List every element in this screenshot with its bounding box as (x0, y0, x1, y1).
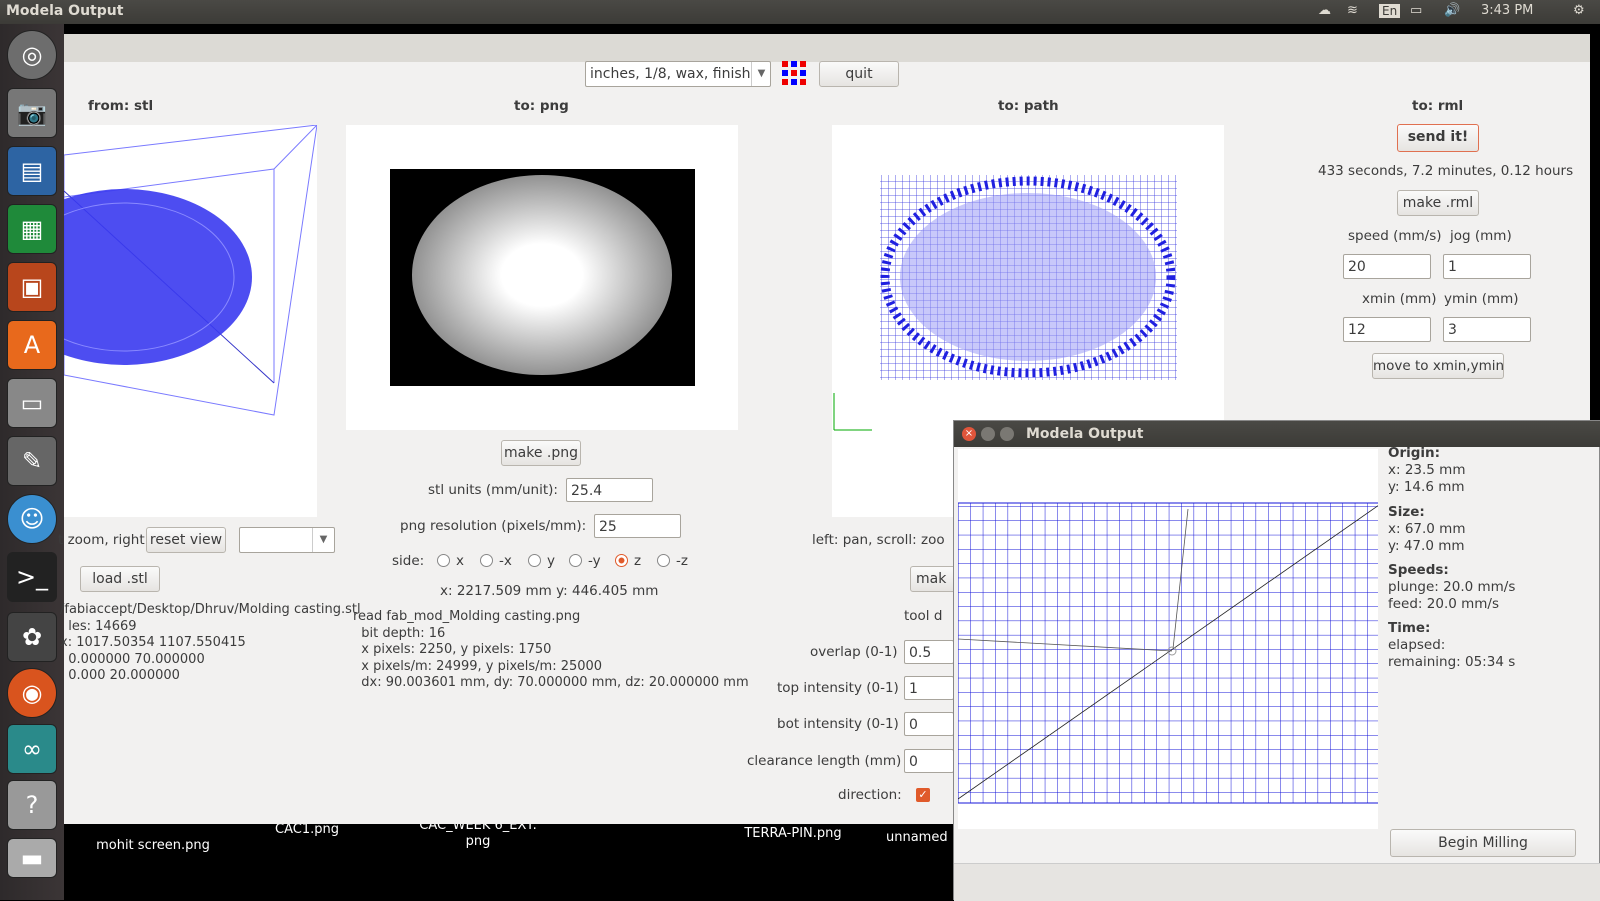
sync-icon[interactable]: ☁ (1318, 3, 1331, 18)
software-center-icon[interactable]: A (7, 320, 57, 370)
side-radio-z[interactable]: z (615, 553, 641, 569)
calc-icon[interactable]: ▦ (7, 204, 57, 254)
quit-button[interactable]: quit (819, 61, 899, 87)
clearance-length-label: clearance length (mm) (747, 753, 902, 769)
help-icon[interactable]: ? (7, 780, 57, 830)
side-radio-neg-y[interactable]: -y (569, 553, 601, 569)
send-it-button[interactable]: send it! (1397, 124, 1479, 152)
ubuntu-dash-icon[interactable]: ◎ (7, 30, 57, 80)
desktop-file-icon[interactable]: CAC1.png (262, 822, 352, 837)
writer-icon[interactable]: ▤ (7, 146, 57, 196)
png-viewer (346, 125, 738, 430)
jog-input[interactable]: 1 (1443, 254, 1531, 279)
make-png-button[interactable]: make .png (501, 440, 581, 466)
arduino-icon[interactable]: ∞ (7, 724, 57, 774)
top-intensity-input[interactable]: 1 (904, 676, 954, 700)
close-icon[interactable]: × (962, 427, 976, 441)
camera-icon[interactable]: 📷 (7, 88, 57, 138)
impress-icon[interactable]: ▣ (7, 262, 57, 312)
bot-intensity-input[interactable]: 0 (904, 712, 954, 736)
desktop-file-icon[interactable]: TERRA-PIN.png (728, 826, 858, 841)
path-column-title: to: path (998, 98, 1059, 114)
side-radio-x[interactable]: x (437, 553, 464, 569)
ymin-input[interactable]: 3 (1443, 317, 1531, 342)
overlap-label: overlap (0-1) (810, 644, 898, 660)
files-icon[interactable]: ▭ (7, 378, 57, 428)
volume-icon[interactable]: 🔊 (1444, 3, 1460, 18)
jog-label: jog (mm) (1450, 228, 1512, 244)
move-to-xmin-ymin-button[interactable]: move to xmin,ymin (1372, 353, 1504, 379)
side-radio-neg-z[interactable]: -z (657, 553, 688, 569)
desktop-file-icon[interactable]: mohit screen.png (88, 838, 218, 853)
png-info: read fab_mod_Molding casting.png bit dep… (353, 609, 749, 690)
milling-info: Origin: x: 23.5 mm y: 14.6 mm Size: x: 6… (1388, 445, 1516, 670)
settings-icon[interactable]: ✎ (7, 436, 57, 486)
pan-zoom-hint: left: pan, scroll: zoo (812, 532, 945, 548)
top-intensity-label: top intensity (0-1) (777, 680, 899, 696)
xmin-input[interactable]: 12 (1343, 317, 1431, 342)
launcher: ◎ 📷 ▤ ▦ ▣ A ▭ ✎ ☺ >_ ✿ ◉ ∞ ? ▬ (0, 24, 64, 900)
chevron-down-icon[interactable]: ▼ (751, 62, 771, 86)
window-header (64, 34, 1590, 62)
modela-output-window: × Modela Output Origin: x: 23.5 mm y: 14… (953, 420, 1600, 901)
side-label: side: (392, 553, 425, 569)
battery-icon[interactable]: ▭ (1410, 3, 1422, 18)
stl-units-label: stl units (mm/unit): (428, 482, 558, 498)
stl-viewer[interactable] (64, 125, 317, 517)
make-rml-button[interactable]: make .rml (1397, 190, 1479, 216)
milling-preview (958, 449, 1378, 829)
settings-select[interactable]: inches, 1/8, wax, finish (585, 61, 771, 87)
stl-column-title: from: stl (88, 98, 154, 114)
popup-footer (954, 863, 1600, 901)
stl-info: /fabiaccept/Desktop/Dhruv/Molding castin… (60, 602, 361, 683)
pidgin-icon[interactable]: ☺ (7, 494, 57, 544)
load-stl-button[interactable]: load .stl (80, 566, 160, 592)
png-resolution-input[interactable]: 25 (594, 514, 681, 538)
side-radio-y[interactable]: y (528, 553, 555, 569)
cursor-coordinates: x: 2217.509 mm y: 446.405 mm (440, 583, 659, 599)
wifi-icon[interactable]: ≋ (1347, 3, 1358, 18)
top-panel: Modela Output ☁ ≋ En ▭ 🔊 3:43 PM ⚙ (0, 0, 1600, 24)
popup-titlebar: × Modela Output (954, 421, 1600, 447)
side-radio-neg-x[interactable]: -x (480, 553, 512, 569)
trash-icon[interactable]: ▬ (7, 838, 57, 878)
reset-view-button[interactable]: reset view (146, 527, 226, 553)
bot-intensity-label: bot intensity (0-1) (777, 716, 899, 732)
popup-title: Modela Output (1026, 426, 1144, 442)
tool-diameter-label: tool d (904, 608, 943, 624)
direction-label: direction: (838, 787, 902, 803)
gimp-icon[interactable]: ✿ (7, 612, 57, 662)
rml-column-title: to: rml (1412, 98, 1464, 114)
gear-icon[interactable]: ⚙ (1573, 3, 1585, 18)
terminal-icon[interactable]: >_ (7, 552, 57, 602)
png-column-title: to: png (514, 98, 569, 114)
height-map-image (390, 169, 695, 386)
stl-units-input[interactable]: 25.4 (566, 478, 653, 502)
firefox-icon[interactable]: ◉ (7, 668, 57, 718)
overlap-input[interactable]: 0.5 (904, 640, 954, 664)
xmin-label: xmin (mm) (1362, 291, 1437, 307)
png-resolution-label: png resolution (pixels/mm): (400, 518, 587, 534)
keyboard-layout[interactable]: En (1379, 4, 1401, 18)
begin-milling-button[interactable]: Begin Milling (1390, 829, 1576, 857)
active-window-title: Modela Output (6, 3, 124, 19)
speed-label: speed (mm/s) (1348, 228, 1442, 244)
chevron-down-icon[interactable]: ▼ (312, 528, 334, 552)
direction-checkbox[interactable]: ✓ (916, 788, 930, 802)
job-time-estimate: 433 seconds, 7.2 minutes, 0.12 hours (1318, 163, 1574, 179)
clock[interactable]: 3:43 PM (1481, 3, 1533, 18)
minimize-icon[interactable] (981, 427, 995, 441)
desktop-file-icon[interactable]: unnamed (886, 830, 956, 845)
fab-modules-icon[interactable] (782, 61, 806, 85)
clearance-length-input[interactable]: 0 (904, 749, 954, 773)
speed-input[interactable]: 20 (1343, 254, 1431, 279)
ymin-label: ymin (mm) (1444, 291, 1519, 307)
maximize-icon[interactable] (1000, 427, 1014, 441)
